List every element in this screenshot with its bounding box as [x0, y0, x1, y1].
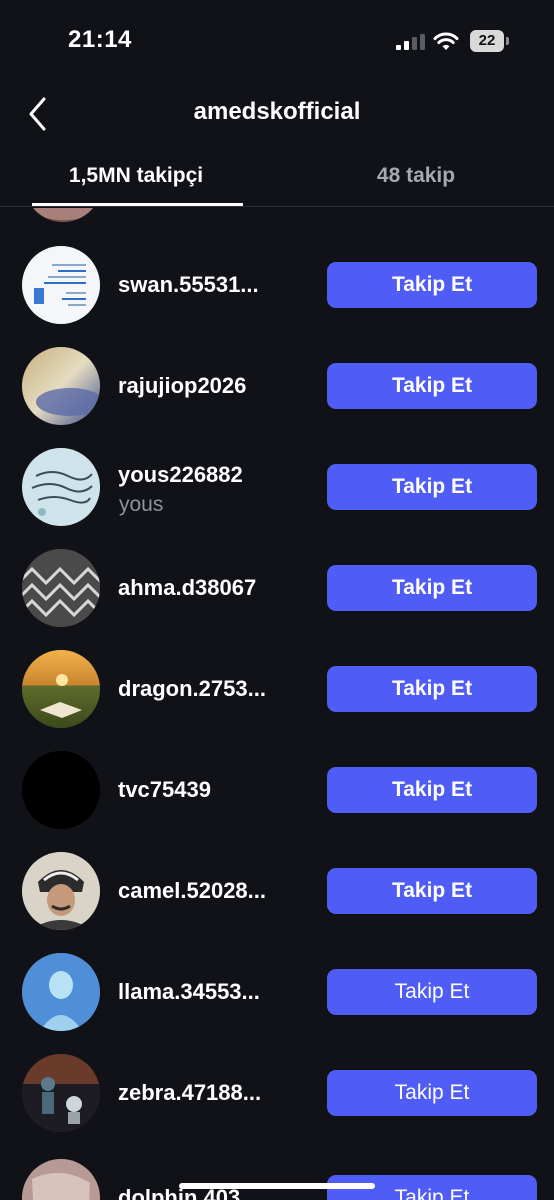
tab-divider — [0, 206, 554, 207]
battery-tip — [506, 37, 509, 45]
avatar[interactable] — [22, 650, 100, 728]
avatar[interactable] — [22, 347, 100, 425]
username[interactable]: ahma.d38067 — [118, 575, 256, 601]
tab-followers[interactable]: 1,5MN takipçi — [30, 152, 242, 204]
list-item[interactable]: yous226882 yous Takip Et — [0, 435, 554, 536]
wifi-icon — [433, 32, 459, 50]
avatar[interactable] — [22, 246, 100, 324]
follow-button[interactable]: Takip Et — [327, 464, 537, 510]
home-indicator[interactable] — [179, 1183, 375, 1189]
list-item[interactable]: swan.55531... Takip Et — [0, 233, 554, 334]
tab-bar: 1,5MN takipçi 48 takip — [0, 152, 554, 208]
follower-list[interactable]: swan.55531... Takip Et rajujiop2026 Taki… — [0, 208, 554, 1200]
list-item[interactable]: rajujiop2026 Takip Et — [0, 334, 554, 435]
username[interactable]: llama.34553... — [118, 979, 260, 1005]
avatar[interactable] — [22, 751, 100, 829]
list-item[interactable]: ahma.d38067 Takip Et — [0, 536, 554, 637]
username[interactable]: zebra.47188... — [118, 1080, 261, 1106]
username[interactable]: tvc75439 — [118, 777, 211, 803]
list-item[interactable]: camel.52028... Takip Et — [0, 839, 554, 940]
avatar[interactable] — [22, 852, 100, 930]
avatar[interactable] — [22, 1159, 100, 1200]
follow-button[interactable]: Takip Et — [327, 262, 537, 308]
list-item[interactable]: tvc75439 Takip Et — [0, 738, 554, 839]
follow-button[interactable]: Takip Et — [327, 666, 537, 712]
list-item[interactable]: zebra.47188... Takip Et — [0, 1041, 554, 1142]
list-item[interactable]: dolphin.403... Takip Et — [0, 1142, 554, 1200]
avatar[interactable] — [22, 549, 100, 627]
follow-button[interactable]: Takip Et — [327, 969, 537, 1015]
battery-icon: 22 — [470, 30, 510, 52]
username[interactable]: dragon.2753... — [118, 676, 266, 702]
username[interactable]: rajujiop2026 — [118, 373, 246, 399]
follow-button[interactable]: Takip Et — [327, 868, 537, 914]
follow-button[interactable]: Takip Et — [327, 363, 537, 409]
avatar[interactable] — [22, 953, 100, 1031]
follow-button[interactable]: Takip Et — [327, 1070, 537, 1116]
display-name: yous — [119, 493, 164, 516]
battery-level: 22 — [470, 30, 504, 52]
username[interactable]: yous226882 — [118, 462, 243, 488]
avatar[interactable] — [22, 448, 100, 526]
page-title: amedskofficial — [193, 98, 361, 125]
status-bar: 21:14 22 — [0, 0, 554, 84]
avatar[interactable] — [24, 208, 102, 222]
follow-button[interactable]: Takip Et — [327, 565, 537, 611]
list-item[interactable]: dragon.2753... Takip Et — [0, 637, 554, 738]
avatar[interactable] — [22, 1054, 100, 1132]
follow-button[interactable]: Takip Et — [327, 767, 537, 813]
username[interactable]: swan.55531... — [118, 272, 259, 298]
username[interactable]: camel.52028... — [118, 878, 266, 904]
header: amedskofficial — [0, 84, 554, 144]
tab-following[interactable]: 48 takip — [314, 152, 518, 204]
list-item[interactable]: llama.34553... Takip Et — [0, 940, 554, 1041]
cellular-signal-icon — [396, 34, 425, 50]
status-time: 21:14 — [68, 26, 132, 53]
